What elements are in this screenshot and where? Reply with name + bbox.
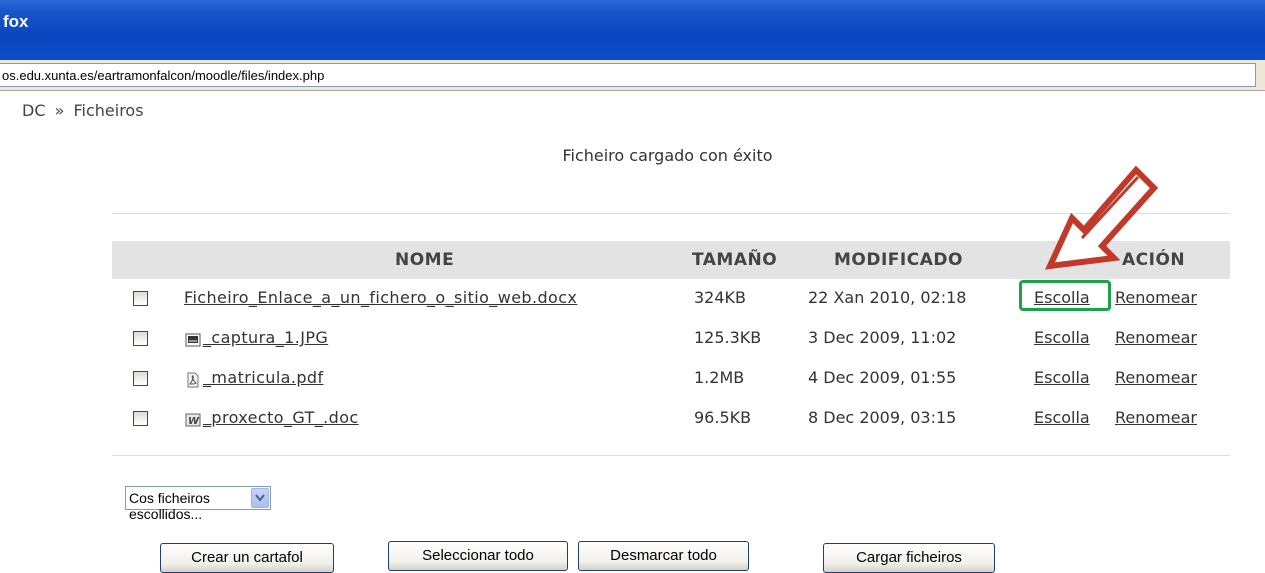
table-row: _matricula.pdf 1.2MB 4 Dec 2009, 01:55 E…	[0, 368, 1265, 408]
file-size: 125.3KB	[694, 328, 762, 347]
window-titlebar: fox	[0, 0, 1265, 60]
svg-text:W: W	[188, 416, 200, 427]
file-modified: 4 Dec 2009, 01:55	[808, 368, 957, 387]
file-modified: 8 Dec 2009, 03:15	[808, 408, 957, 427]
file-size: 1.2MB	[694, 368, 745, 387]
rename-link[interactable]: Renomear	[1115, 328, 1197, 347]
word-file-icon: W	[185, 413, 201, 427]
file-size: 96.5KB	[694, 408, 752, 427]
url-text: os.edu.xunta.es/eartramonfalcon/moodle/f…	[2, 68, 325, 83]
upload-files-button[interactable]: Cargar ficheiros	[823, 543, 995, 573]
deselect-all-button[interactable]: Desmarcar todo	[578, 541, 749, 571]
file-link[interactable]: _proxecto_GT_.doc	[203, 408, 359, 427]
file-size: 324KB	[694, 288, 747, 307]
row-checkbox[interactable]	[133, 291, 148, 306]
breadcrumb: DC » Ficheiros	[22, 101, 148, 120]
chevron-down-icon[interactable]	[251, 488, 269, 508]
select-all-button[interactable]: Seleccionar todo	[388, 541, 568, 571]
breadcrumb-separator: »	[54, 101, 65, 120]
choose-link[interactable]: Escolla	[1034, 408, 1090, 427]
row-checkbox[interactable]	[133, 331, 148, 346]
select-value: Cos ficheiros escollidos...	[129, 490, 210, 522]
selected-files-action-select[interactable]: Cos ficheiros escollidos...	[125, 486, 271, 522]
header-modified: MODIFICADO	[834, 250, 963, 270]
file-link[interactable]: _captura_1.JPG	[203, 328, 328, 347]
pdf-file-icon	[187, 372, 199, 388]
divider-bottom	[112, 455, 1230, 456]
file-link[interactable]: Ficheiro_Enlace_a_un_fichero_o_sitio_web…	[184, 288, 577, 307]
file-modified: 22 Xan 2010, 02:18	[808, 288, 967, 307]
address-bar: os.edu.xunta.es/eartramonfalcon/moodle/f…	[0, 60, 1265, 91]
table-row: W _proxecto_GT_.doc 96.5KB 8 Dec 2009, 0…	[0, 408, 1265, 448]
url-input[interactable]: os.edu.xunta.es/eartramonfalcon/moodle/f…	[0, 63, 1256, 87]
create-folder-button[interactable]: Crear un cartafol	[160, 543, 334, 573]
breadcrumb-item-course[interactable]: DC	[22, 101, 46, 120]
breadcrumb-item-files: Ficheiros	[73, 101, 144, 120]
choose-link[interactable]: Escolla	[1034, 368, 1090, 387]
file-modified: 3 Dec 2009, 11:02	[808, 328, 957, 347]
rename-link[interactable]: Renomear	[1115, 408, 1197, 427]
file-link[interactable]: _matricula.pdf	[203, 368, 324, 387]
rename-link[interactable]: Renomear	[1115, 368, 1197, 387]
rename-link[interactable]: Renomear	[1115, 288, 1197, 307]
header-name: NOME	[395, 250, 455, 270]
window-title: fox	[3, 12, 29, 31]
row-checkbox[interactable]	[133, 371, 148, 386]
choose-link-highlight	[1019, 280, 1111, 311]
header-size: TAMAÑO	[692, 250, 778, 270]
pointing-arrow-icon	[1045, 165, 1159, 270]
table-row: _captura_1.JPG 125.3KB 3 Dec 2009, 11:02…	[0, 328, 1265, 368]
row-checkbox[interactable]	[133, 411, 148, 426]
choose-link[interactable]: Escolla	[1034, 328, 1090, 347]
image-file-icon	[185, 333, 201, 347]
